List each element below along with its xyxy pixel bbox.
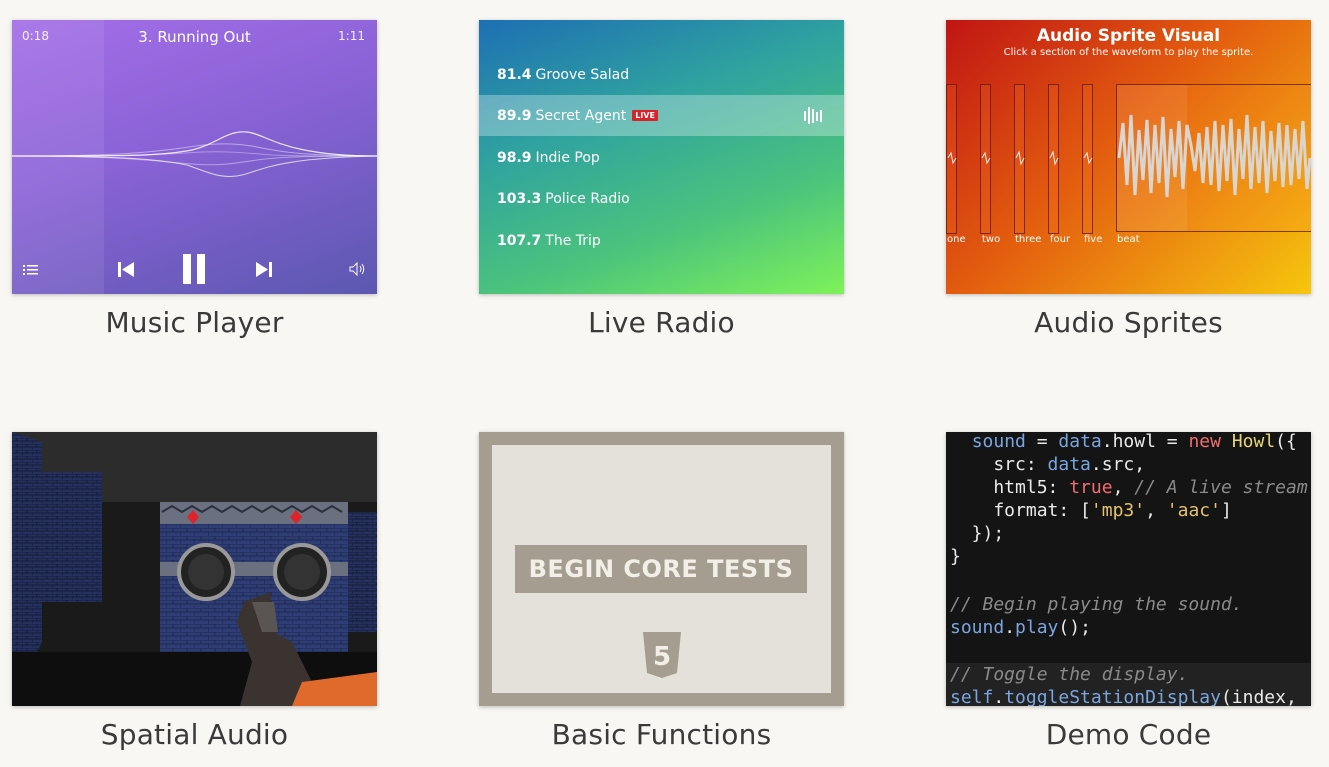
spatial-audio-thumbnail[interactable]	[12, 432, 377, 706]
previous-icon[interactable]	[117, 261, 135, 278]
spatial-scene-image	[12, 432, 377, 706]
demo-code-thumbnail[interactable]: sound = data.howl = new Howl({ src: data…	[946, 432, 1311, 706]
volume-icon[interactable]	[349, 262, 367, 276]
live-radio-thumbnail[interactable]: 81.4 Groove Salad 89.9 Secret Agent LIVE…	[479, 20, 844, 294]
sprite-label: three	[1015, 234, 1042, 245]
svg-text:5: 5	[653, 642, 671, 672]
code-line: src: data.src,	[950, 454, 1146, 475]
station-name: Groove Salad	[535, 66, 630, 83]
station-item[interactable]: 103.3 Police Radio	[479, 178, 844, 219]
demo-card-live-radio[interactable]: 81.4 Groove Salad 89.9 Secret Agent LIVE…	[479, 20, 844, 339]
sprite-label: two	[982, 234, 1001, 245]
sprite-label: beat	[1117, 234, 1140, 245]
demo-card-demo-code[interactable]: sound = data.howl = new Howl({ src: data…	[946, 432, 1311, 751]
demo-card-basic-functions[interactable]: BEGIN CORE TESTS 5 Basic Functions	[479, 432, 844, 751]
sprite-subtitle: Click a section of the waveform to play …	[1003, 47, 1254, 58]
station-item[interactable]: 81.4 Groove Salad	[479, 54, 844, 95]
next-icon[interactable]	[255, 261, 273, 278]
code-line: sound = data.howl = new Howl({	[971, 432, 1297, 452]
audio-bars-icon	[804, 107, 822, 124]
sprite-label: five	[1084, 234, 1103, 245]
station-item[interactable]: 98.9 Indie Pop	[479, 137, 844, 178]
station-name: Indie Pop	[535, 149, 600, 166]
sprite-label: one	[947, 234, 966, 245]
card-caption[interactable]: Demo Code	[946, 718, 1311, 751]
basic-functions-thumbnail[interactable]: BEGIN CORE TESTS 5	[479, 432, 844, 706]
demo-card-audio-sprites[interactable]: Audio Sprite Visual Click a section of t…	[946, 20, 1311, 339]
station-frequency: 89.9	[497, 107, 532, 124]
station-frequency: 81.4	[497, 66, 532, 83]
station-name: The Trip	[545, 232, 601, 249]
code-line: html5: true, // A live stream	[950, 477, 1308, 498]
code-line: sound.play();	[950, 617, 1091, 638]
sprite-segment-beat[interactable]	[1116, 84, 1311, 232]
card-caption[interactable]: Spatial Audio	[12, 718, 377, 751]
code-line: self.toggleStationDisplay(index,	[950, 687, 1297, 706]
station-frequency: 103.3	[497, 190, 542, 207]
track-duration: 1:11	[338, 29, 365, 43]
demo-card-spatial-audio[interactable]: Spatial Audio	[12, 432, 377, 751]
station-item[interactable]: 107.7 The Trip	[479, 220, 844, 261]
station-name: Police Radio	[545, 190, 630, 207]
html5-shield-icon: 5	[643, 632, 681, 678]
sprite-label: four	[1050, 234, 1071, 245]
station-item-active[interactable]: 89.9 Secret Agent LIVE	[479, 95, 844, 136]
code-line: });	[950, 523, 1005, 544]
card-caption[interactable]: Basic Functions	[479, 718, 844, 751]
code-line: // Begin playing the sound.	[950, 594, 1243, 615]
audio-sprites-thumbnail[interactable]: Audio Sprite Visual Click a section of t…	[946, 20, 1311, 294]
live-badge: LIVE	[632, 110, 658, 121]
card-caption[interactable]: Audio Sprites	[946, 306, 1311, 339]
code-line: format: ['mp3', 'aac']	[950, 500, 1232, 521]
music-player-thumbnail[interactable]: 0:18 3. Running Out 1:11	[12, 20, 377, 294]
begin-core-tests-button[interactable]: BEGIN CORE TESTS	[515, 545, 807, 593]
beat-waveform	[1117, 85, 1311, 231]
track-title: 3. Running Out	[138, 28, 251, 46]
waveform	[12, 131, 377, 178]
station-frequency: 107.7	[497, 232, 542, 249]
code-line: }	[950, 546, 961, 567]
demo-card-music-player[interactable]: 0:18 3. Running Out 1:11 Music Player	[12, 20, 377, 339]
playlist-icon[interactable]	[23, 264, 39, 276]
station-name: Secret Agent	[535, 107, 627, 124]
sprite-ticks	[947, 150, 1093, 166]
sprite-title: Audio Sprite Visual	[1036, 26, 1221, 46]
station-frequency: 98.9	[497, 149, 532, 166]
pause-icon[interactable]	[181, 252, 207, 286]
code-line: // Toggle the display.	[950, 664, 1189, 685]
card-caption[interactable]: Live Radio	[479, 306, 844, 339]
card-caption[interactable]: Music Player	[12, 306, 377, 339]
